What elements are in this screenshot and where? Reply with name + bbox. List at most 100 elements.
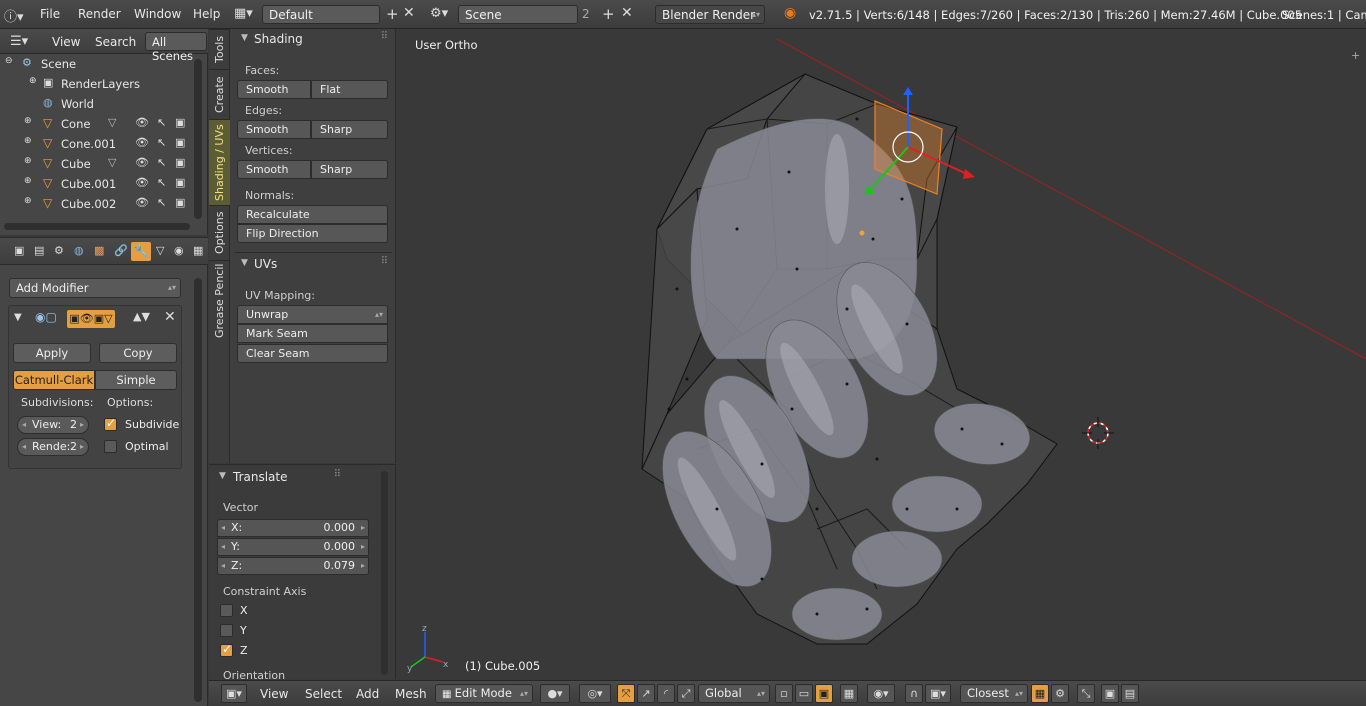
tab-grease-pencil[interactable]: Grease Pencil [209,260,230,340]
tab-tools[interactable]: Tools [209,29,230,69]
render-preview-icon[interactable]: ⤡ [1077,684,1095,703]
increment-arrow-icon[interactable]: ▸ [361,520,365,536]
add-scene-icon[interactable]: + [602,5,615,23]
transform-orientation-select[interactable]: Global ▴▾ [698,684,770,703]
outliner-editor-icon[interactable]: ☰▾ [10,34,28,49]
apply-button[interactable]: Apply [13,343,91,363]
unwrap-menu-button[interactable]: Unwrap ▴▾ [237,305,388,324]
flip-direction-button[interactable]: Flip Direction [237,224,388,243]
simple-button[interactable]: Simple [95,370,177,390]
menu-window[interactable]: Window [134,7,181,21]
collapse-triangle-icon[interactable]: ▼ [14,312,22,323]
scale-manipulator-icon[interactable]: ⤢ [677,684,695,703]
vertex-select-mode-icon[interactable]: ▫ [775,684,793,703]
eye-icon[interactable]: 👁 [135,136,149,149]
object-tab-icon[interactable]: ▩ [94,244,104,257]
face-select-mode-icon[interactable]: ▣ [815,684,833,703]
eye-icon[interactable]: 👁 [135,156,149,169]
outliner-menu-search[interactable]: Search [95,35,136,49]
expand-icon[interactable]: ⊕ [24,156,32,166]
faces-smooth-button[interactable]: Smooth [237,80,311,99]
edges-smooth-button[interactable]: Smooth [237,120,311,139]
tab-options[interactable]: Options [209,205,230,260]
data-tab-icon[interactable]: ▽ [156,244,164,257]
collapse-icon[interactable]: ⊖ [5,56,13,66]
decrement-arrow-icon[interactable]: ◂ [22,417,26,433]
outliner-row-cone-001[interactable]: ⊕ ▽ Cone.001 👁 ↖ ▣ [0,134,194,154]
decrement-arrow-icon[interactable]: ◂ [22,439,26,455]
editor-type-icon[interactable]: ▣▾ [221,684,247,703]
vertices-smooth-button[interactable]: Smooth [237,160,311,179]
snap-toggle-icon[interactable]: ∩ [905,684,923,703]
menu-view[interactable]: View [260,687,288,701]
camera-render-icon[interactable]: ▣ [175,156,185,169]
expand-icon[interactable]: ⊕ [24,116,32,126]
screen-layout-field[interactable]: Default [262,5,380,24]
camera-render-icon[interactable]: ▣ [175,116,185,129]
camera-render-icon[interactable]: ▣ [175,176,185,189]
copy-button[interactable]: Copy [99,343,177,363]
remove-modifier-close-icon[interactable]: ✕ [164,309,176,325]
drag-handle-icon[interactable]: ⠿ [334,469,341,480]
last-operator-scrollbar[interactable] [381,471,388,675]
menu-mesh[interactable]: Mesh [395,687,427,701]
faces-flat-button[interactable]: Flat [311,80,388,99]
limit-selection-icon[interactable]: ▦ [840,684,858,703]
render-tab-icon[interactable]: ▣ [14,244,24,257]
close-scene-icon[interactable]: ✕ [621,5,633,21]
subdivide-uvs-checkbox[interactable] [104,416,117,431]
decrement-arrow-icon[interactable]: ◂ [221,539,225,555]
outliner-row-cone[interactable]: ⊕ ▽ Cone ▽ 👁 ↖ ▣ [0,114,194,134]
vector-y-field[interactable]: ◂ Y: 0.000 ▸ [217,538,369,556]
screen-layout-icon[interactable]: ▦▾ [234,6,253,21]
outliner-row-cube-002[interactable]: ⊕ ▽ Cube.002 👁 ↖ ▣ [0,194,194,214]
snap-element-icon[interactable]: ▣▾ [925,684,951,703]
scene-field[interactable]: Scene [458,5,578,24]
opengl-animation-icon[interactable]: ▤ [1121,684,1139,703]
outliner-row-world[interactable]: ◍ World [0,94,194,114]
constraints-tab-icon[interactable]: 🔗 [114,244,128,257]
constraint-z-checkbox[interactable] [220,642,233,657]
constraint-y-checkbox[interactable] [220,624,233,637]
scene-icon[interactable]: ⚙▾ [430,6,448,21]
modifier-visibility-toggles-icon[interactable]: ▣👁▣▽ [67,310,115,328]
outliner-menu-view[interactable]: View [52,35,80,49]
increment-arrow-icon[interactable]: ▸ [361,558,365,574]
rotate-manipulator-icon[interactable]: ◜ [657,684,675,703]
edges-sharp-button[interactable]: Sharp [311,120,388,139]
eye-icon[interactable]: 👁 [135,116,149,129]
viewport-shading-icon[interactable]: ●▾ [540,684,570,703]
tab-shading-uvs[interactable]: Shading / UVs [209,119,230,205]
render-layers-tab-icon[interactable]: ▤ [34,244,44,257]
outliner-horizontal-scrollbar[interactable] [4,223,190,230]
camera-render-icon[interactable]: ▣ [175,136,185,149]
properties-scrollbar[interactable] [194,278,202,702]
cursor-select-icon[interactable]: ↖ [157,196,166,209]
close-screen-icon[interactable]: ✕ [403,5,415,21]
menu-select[interactable]: Select [305,687,342,701]
menu-help[interactable]: Help [193,7,220,21]
add-screen-icon[interactable]: + [386,5,399,23]
cursor-select-icon[interactable]: ↖ [157,176,166,189]
manipulator-toggle-icon[interactable]: ⤧ [617,684,635,703]
menu-render[interactable]: Render [78,7,121,21]
menu-add[interactable]: Add [356,687,379,701]
increment-arrow-icon[interactable]: ▸ [80,417,84,433]
menu-file[interactable]: File [40,7,60,21]
constraint-x-checkbox[interactable] [220,604,233,617]
render-engine-select[interactable]: Blender Render ▴▾ [655,5,765,24]
info-editor-icon[interactable]: ⓘ▾ [4,6,24,25]
move-up-down-icon[interactable]: ▲▼ [133,310,150,323]
outliner-row-renderlayers[interactable]: ⊕ ▣ RenderLayers [0,74,194,94]
render-levels-field[interactable]: ◂ Rende: 2 ▸ [17,438,89,456]
eye-icon[interactable]: 👁 [135,176,149,189]
vertices-sharp-button[interactable]: Sharp [311,160,388,179]
scene-tab-icon[interactable]: ⚙ [54,244,64,257]
increment-arrow-icon[interactable]: ▸ [80,439,84,455]
expand-icon[interactable]: ⊕ [24,176,32,186]
cursor-select-icon[interactable]: ↖ [157,136,166,149]
tab-create[interactable]: Create [209,69,230,119]
texture-tab-icon[interactable]: ▦ [193,244,203,257]
material-tab-icon[interactable]: ◉ [174,244,184,257]
outliner-row-scene[interactable]: ⊖ ⚙ Scene [0,54,194,74]
